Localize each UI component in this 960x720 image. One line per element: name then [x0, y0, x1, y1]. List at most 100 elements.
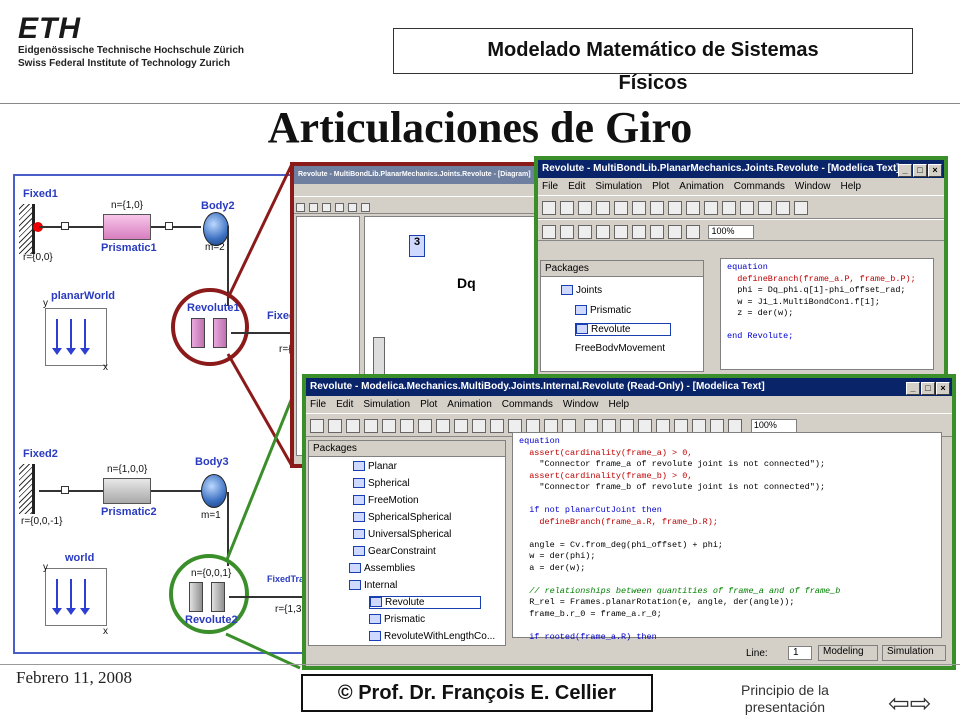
planar-code-editor[interactable]: equation defineBranch(frame_a.P, frame_b…	[720, 258, 934, 370]
line-icon[interactable]	[400, 418, 414, 433]
menu-plot[interactable]: Plot	[420, 399, 437, 410]
toolbar-icon[interactable]	[560, 224, 574, 239]
menu-plot[interactable]: Plot	[652, 181, 669, 192]
menu-edit[interactable]: Edit	[568, 181, 585, 192]
menu-simulation[interactable]: Simulation	[595, 181, 642, 192]
fill-icon[interactable]	[758, 200, 772, 215]
multibody-revolute-window[interactable]: Revolute - Modelica.Mechanics.MultiBody.…	[302, 374, 956, 670]
tree-item-gearconstraint[interactable]: GearConstraint	[353, 546, 436, 557]
close-icon[interactable]: ×	[936, 382, 950, 395]
menu-edit[interactable]: Edit	[336, 399, 353, 410]
maximize-icon[interactable]: □	[913, 164, 927, 177]
toolbar-icon[interactable]	[614, 224, 628, 239]
toolbar-icon[interactable]	[602, 418, 617, 433]
toolbar-icon[interactable]	[620, 418, 635, 433]
planar-revolute-titlebar[interactable]: Revolute - MultiBondLib.PlanarMechanics.…	[538, 160, 944, 178]
tree-item-spherical[interactable]: Spherical	[353, 478, 410, 489]
check-icon[interactable]	[614, 200, 628, 215]
toolbar-icon[interactable]	[692, 418, 707, 433]
toolbar-icon[interactable]	[578, 224, 592, 239]
tree-item-joints[interactable]: Joints	[561, 285, 602, 296]
toolbar-icon[interactable]	[668, 224, 682, 239]
tree-item-revolute[interactable]: Revolute	[575, 323, 672, 336]
toolbar-icon[interactable]	[656, 418, 671, 433]
menu-animation[interactable]: Animation	[679, 181, 723, 192]
grid-icon[interactable]	[544, 418, 558, 433]
menu-file[interactable]: File	[542, 181, 558, 192]
line-icon[interactable]	[632, 200, 646, 215]
toolbar-icon[interactable]	[296, 203, 305, 213]
maximize-icon[interactable]: □	[921, 382, 935, 395]
tree-item-prismatic[interactable]: Prismatic	[575, 305, 631, 316]
check-model-icon[interactable]	[562, 418, 576, 433]
tree-item-sphericalspherical[interactable]: SphericalSpherical	[353, 512, 451, 523]
color-icon[interactable]	[740, 200, 754, 215]
minimize-icon[interactable]: _	[906, 382, 920, 395]
color-icon[interactable]	[508, 418, 522, 433]
toolbar-icon[interactable]	[632, 224, 646, 239]
menu-commands[interactable]: Commands	[734, 181, 785, 192]
tab-modeling[interactable]: Modeling	[818, 645, 878, 661]
tree-item-freebody[interactable]: FreeBodyMovement	[575, 343, 665, 351]
polygon-icon[interactable]	[454, 418, 468, 433]
toolbar-icon[interactable]	[335, 203, 344, 213]
toolbar-icon[interactable]	[322, 203, 331, 213]
multibody-revolute-titlebar[interactable]: Revolute - Modelica.Mechanics.MultiBody.…	[306, 378, 952, 396]
tree-item-revolute[interactable]: Revolute	[369, 596, 482, 609]
toolbar-icon[interactable]	[584, 418, 599, 433]
menu-help[interactable]: Help	[608, 399, 629, 410]
text-icon[interactable]	[472, 418, 486, 433]
menu-simulation[interactable]: Simulation	[363, 399, 410, 410]
toolbar-icon[interactable]	[361, 203, 370, 213]
toolbar-icon[interactable]	[638, 418, 653, 433]
minimize-icon[interactable]: _	[898, 164, 912, 177]
menu-window[interactable]: Window	[795, 181, 831, 192]
fill-icon[interactable]	[526, 418, 540, 433]
close-icon[interactable]: ×	[928, 164, 942, 177]
toolbar-icon[interactable]	[596, 224, 610, 239]
ellipse-icon[interactable]	[436, 418, 450, 433]
tree-item-planar[interactable]: Planar	[353, 461, 397, 472]
check-model-icon[interactable]	[794, 200, 808, 215]
menu-help[interactable]: Help	[840, 181, 861, 192]
text-icon[interactable]	[704, 200, 718, 215]
start-presentation-link[interactable]: Principio de la presentación	[730, 682, 840, 716]
zoom-select[interactable]: 100%	[750, 418, 797, 433]
menu-animation[interactable]: Animation	[447, 399, 491, 410]
toolbar-icon[interactable]	[650, 224, 664, 239]
multibody-code-editor[interactable]: equation assert(cardinality(frame_a) > 0…	[512, 432, 942, 642]
bitmap-icon[interactable]	[722, 200, 736, 215]
tree-item-prismatic[interactable]: Prismatic	[369, 614, 425, 625]
tree-item-revolutewithlength[interactable]: RevoluteWithLengthCo...	[369, 631, 495, 642]
open-icon[interactable]	[310, 418, 324, 433]
planar-package-browser[interactable]: Packages Joints Prismatic Revolute FreeB…	[540, 260, 704, 372]
bond-icon[interactable]: 3	[409, 235, 425, 257]
check-icon[interactable]	[382, 418, 396, 433]
tree-item-assemblies[interactable]: Assemblies	[349, 563, 415, 574]
next-arrow-icon[interactable]: ⇨	[910, 688, 932, 718]
toolbar-icon[interactable]	[674, 418, 689, 433]
planar-revolute-window[interactable]: Revolute - MultiBondLib.PlanarMechanics.…	[534, 156, 948, 380]
multibody-package-browser[interactable]: Packages Planar Spherical FreeMotion Sph…	[308, 440, 506, 646]
tree-item-internal[interactable]: Internal	[349, 580, 397, 591]
toolbar-icon[interactable]	[710, 418, 725, 433]
menu-file[interactable]: File	[310, 399, 326, 410]
toolbar-icon[interactable]	[309, 203, 318, 213]
save-icon[interactable]	[328, 418, 342, 433]
polygon-icon[interactable]	[686, 200, 700, 215]
save-icon[interactable]	[560, 200, 574, 215]
tree-item-universalspherical[interactable]: UniversalSpherical	[353, 529, 451, 540]
toolbar-icon[interactable]	[348, 203, 357, 213]
toolbar-icon[interactable]	[686, 224, 700, 239]
search-icon[interactable]	[578, 200, 592, 215]
ellipse-icon[interactable]	[668, 200, 682, 215]
search-icon[interactable]	[346, 418, 360, 433]
rectangle-icon[interactable]	[650, 200, 664, 215]
rectangle-icon[interactable]	[418, 418, 432, 433]
toolbar-icon[interactable]	[728, 418, 743, 433]
menu-commands[interactable]: Commands	[502, 399, 553, 410]
tree-item-freemotion[interactable]: FreeMotion	[353, 495, 419, 506]
print-icon[interactable]	[364, 418, 378, 433]
tab-simulation[interactable]: Simulation	[882, 645, 946, 661]
print-icon[interactable]	[596, 200, 610, 215]
